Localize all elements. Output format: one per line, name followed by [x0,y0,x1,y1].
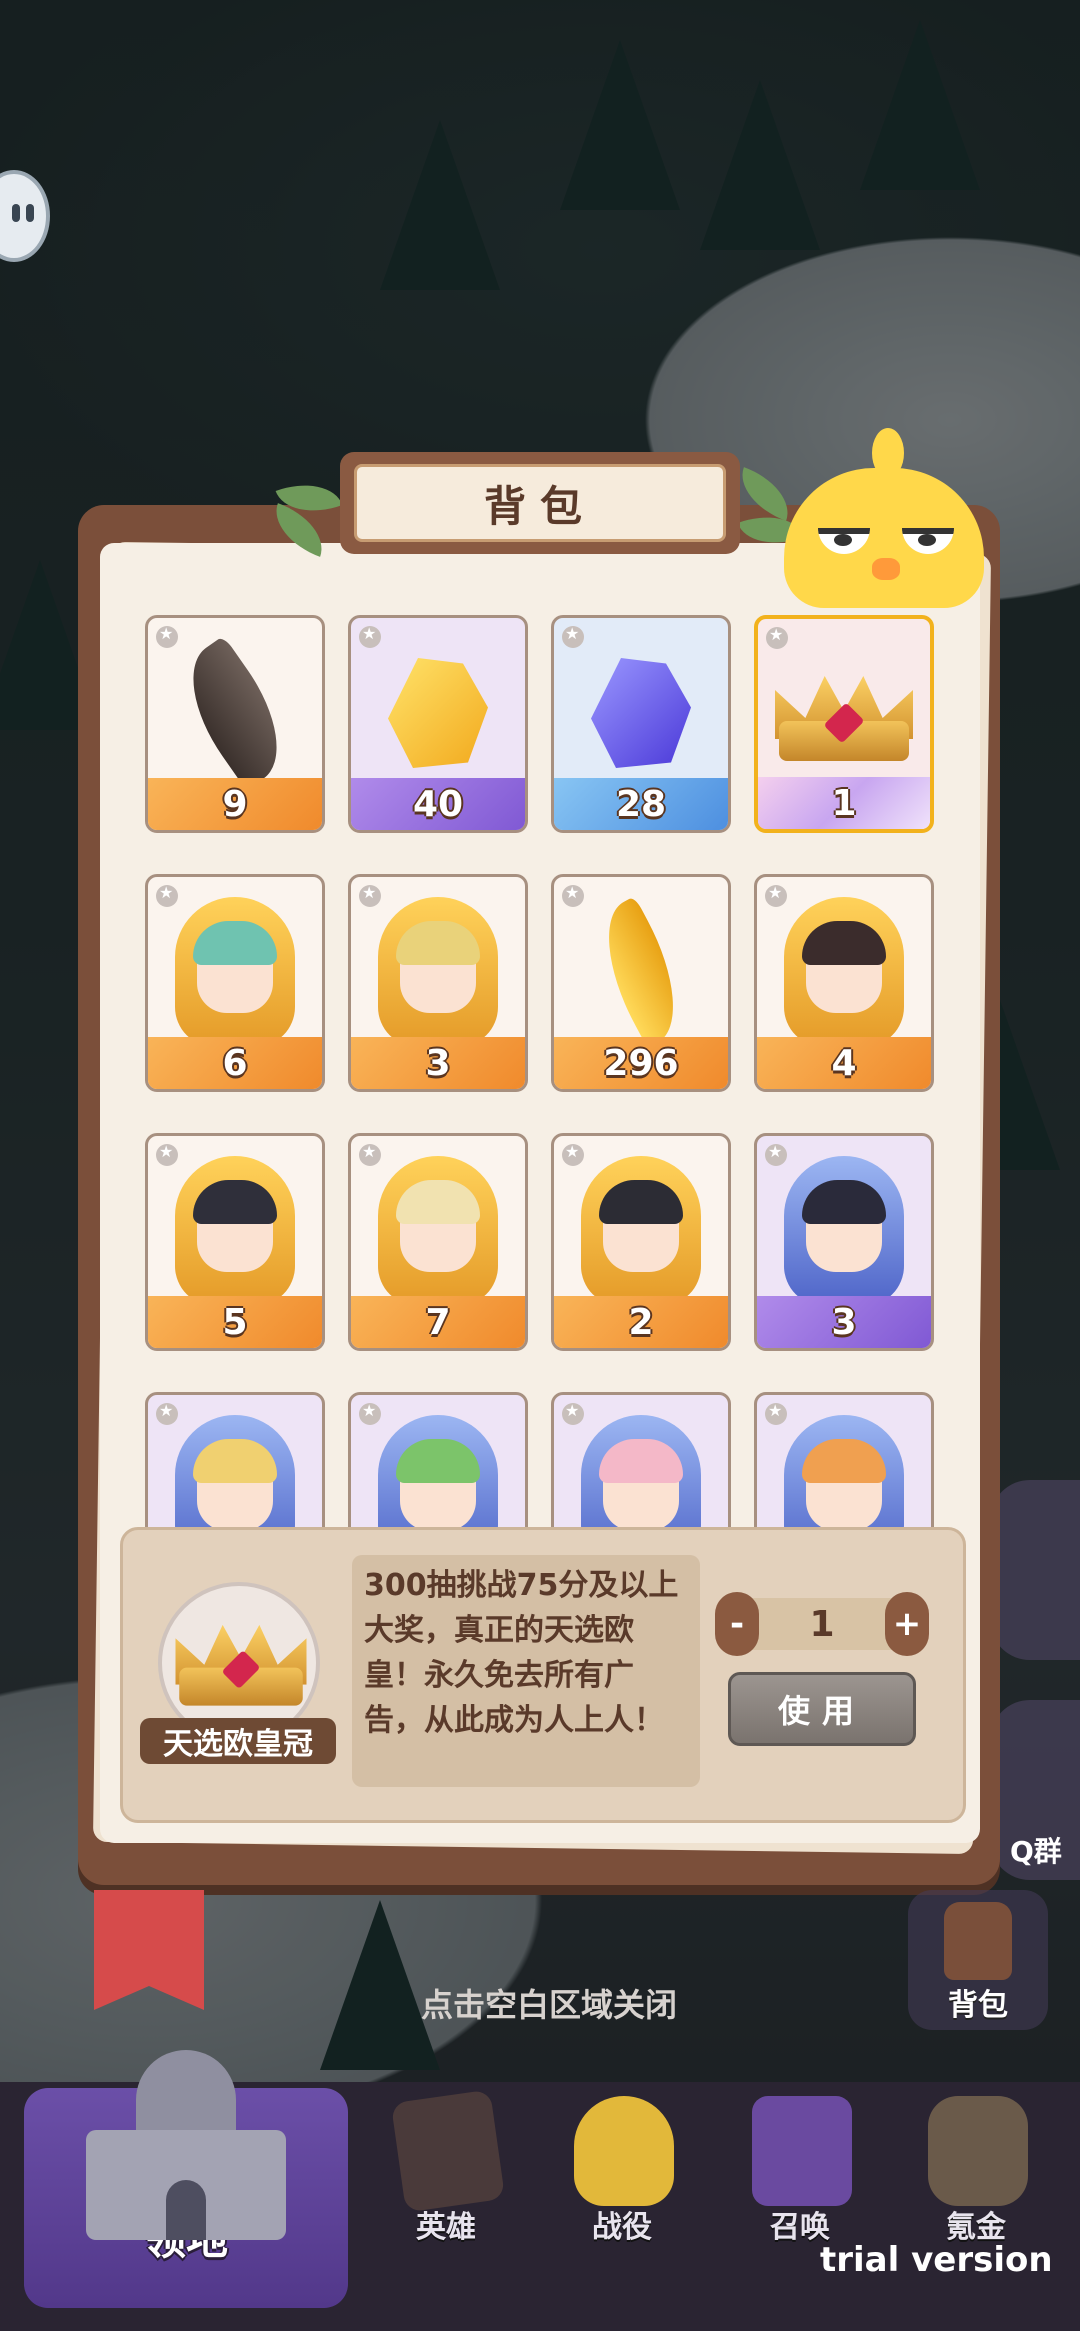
hero-portrait-icon [784,1415,904,1530]
inventory-item[interactable]: 28 [551,615,731,833]
item-count: 28 [554,778,728,830]
item-count: 296 [554,1037,728,1089]
inventory-item[interactable]: 4 [754,874,934,1092]
inventory-item[interactable]: 40 [348,615,528,833]
item-count: 40 [351,778,525,830]
hero-portrait-icon [175,897,295,1047]
item-count: 1 [758,777,930,829]
inventory-item[interactable] [754,1392,934,1530]
inventory-item[interactable]: 3 [348,874,528,1092]
hero-portrait-icon [378,897,498,1047]
nav-heroes-label: 英雄 [416,2210,476,2245]
item-count: 9 [148,778,322,830]
bag-label: 背包 [948,1988,1008,2023]
nav-battle[interactable]: 战役 [542,2082,702,2282]
inventory-item[interactable] [551,1392,731,1530]
inventory-item[interactable] [145,1392,325,1530]
group-button[interactable]: Q群 [990,1700,1080,1880]
inventory-item[interactable]: 7 [348,1133,528,1351]
quantity-value[interactable]: 1 [737,1598,907,1650]
panel-title-plate: 背包 [340,452,740,554]
inventory-item[interactable]: 296 [551,874,731,1092]
inventory-item[interactable]: 6 [145,874,325,1092]
hero-portrait-icon [175,1415,295,1530]
item-count: 6 [148,1037,322,1089]
item-count: 3 [351,1037,525,1089]
inventory-item[interactable]: 1 [754,615,934,833]
feather-icon [166,635,304,791]
detail-description-box: 300抽挑战75分及以上大奖，真正的天选欧皇！永久免去所有广告，从此成为人上人！ [352,1555,700,1787]
treasure-chest-icon [928,2096,1028,2206]
inventory-item[interactable]: 2 [551,1133,731,1351]
hero-portrait-icon [378,1156,498,1306]
decrease-button[interactable]: - [715,1592,759,1656]
item-count: 3 [757,1296,931,1348]
inventory-item[interactable] [348,1392,528,1530]
bag-button[interactable]: 背包 [908,1890,1048,2030]
nav-heroes[interactable]: 英雄 [366,2082,526,2282]
gold-gem-icon [388,658,488,768]
inventory-item[interactable]: 3 [754,1133,934,1351]
detail-description: 300抽挑战75分及以上大奖，真正的天选欧皇！永久免去所有广告，从此成为人上人！ [364,1568,679,1738]
hero-portrait-icon [581,1415,701,1530]
blue-gem-icon [591,658,691,768]
hero-portrait-icon [378,1415,498,1530]
crown-icon [170,1609,313,1714]
item-count: 5 [148,1296,322,1348]
inventory-item[interactable]: 5 [145,1133,325,1351]
crown-icon [769,659,919,769]
backpack-icon [944,1902,1012,1980]
quantity-stepper: 1 - + [715,1592,929,1656]
item-count: 2 [554,1296,728,1348]
panel-title: 背包 [354,464,726,542]
side-button[interactable] [990,1480,1080,1660]
nav-battle-label: 战役 [592,2210,652,2245]
summon-book-icon [752,2096,852,2206]
inventory-grid[interactable]: 9402816329645723 [140,610,940,1530]
detail-item-name: 天选欧皇冠 [140,1718,336,1764]
golden-feather-icon [581,896,701,1048]
increase-button[interactable]: + [885,1592,929,1656]
chick-warrior-icon [574,2096,674,2206]
spellbook-icon [390,2089,506,2213]
inventory-item[interactable]: 9 [145,615,325,833]
item-count: 7 [351,1296,525,1348]
hero-portrait-icon [175,1156,295,1306]
trial-watermark: trial version [820,2240,1053,2280]
hero-portrait-icon [784,897,904,1047]
hero-portrait-icon [581,1156,701,1306]
chick-mascot [784,428,984,608]
use-button[interactable]: 使用 [728,1672,916,1746]
castle-icon [86,2050,286,2240]
hero-portrait-icon [784,1156,904,1306]
item-count: 4 [757,1037,931,1089]
group-label: Q群 [1010,1835,1062,1868]
